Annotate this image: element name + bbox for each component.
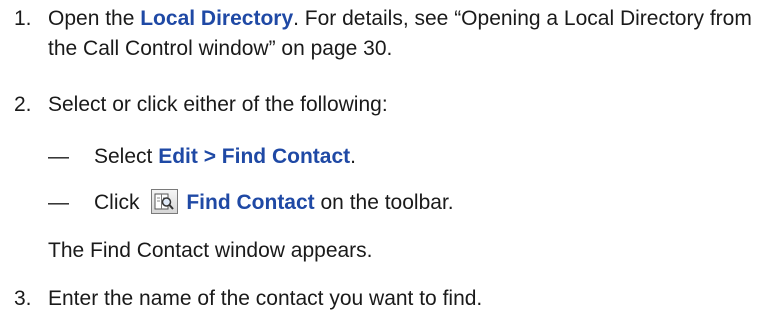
option-select-menu: — Select Edit > Find Contact. — [48, 142, 770, 172]
option-prefix: Select — [94, 145, 159, 168]
find-contact-button-label[interactable]: Find Contact — [186, 191, 314, 214]
option-click-toolbar: — Click Find Contact on the toolbar. — [48, 188, 770, 218]
step-number: 2. — [14, 93, 32, 116]
edit-find-contact-menu-path[interactable]: Edit > Find Contact — [158, 145, 350, 168]
step-text: Open the Local Directory. For details, s… — [48, 4, 770, 64]
option-suffix: on the toolbar. — [314, 191, 454, 214]
step-result: The Find Contact window appears. — [48, 239, 373, 262]
option-prefix: Click — [94, 191, 146, 214]
find-contact-icon[interactable] — [151, 189, 179, 214]
step-number: 1. — [14, 7, 32, 30]
em-dash: — — [48, 145, 69, 168]
em-dash: — — [48, 191, 69, 214]
step-text: Enter the name of the contact you want t… — [48, 287, 483, 310]
step-text: Select or click either of the following: — [48, 93, 388, 116]
step-text-before: Open the — [48, 7, 141, 30]
local-directory-link[interactable]: Local Directory — [140, 7, 293, 30]
step-number: 3. — [14, 287, 32, 310]
option-suffix: . — [350, 145, 356, 168]
